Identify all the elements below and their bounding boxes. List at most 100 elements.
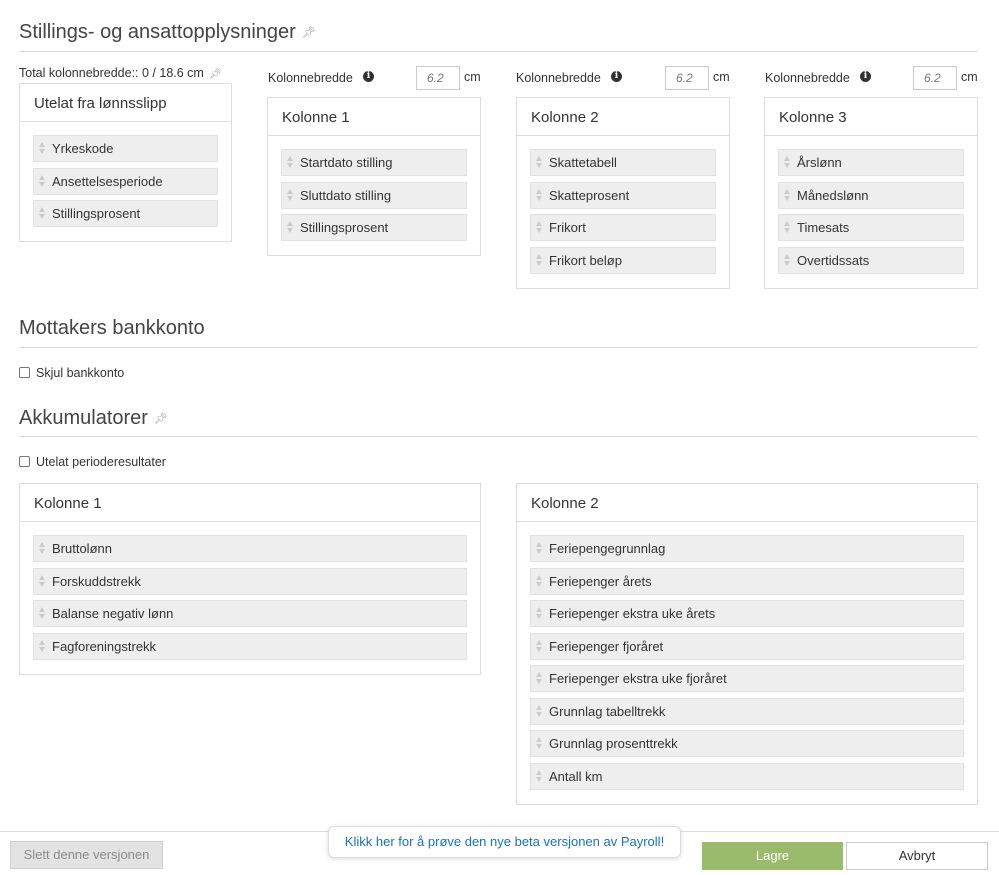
drag-handle-icon[interactable]	[39, 141, 46, 155]
list-item[interactable]: Forskuddstrekk	[33, 567, 467, 595]
footer-bar: Slett denne versjonen Klikk her for å pr…	[0, 826, 999, 875]
beta-version-link[interactable]: Klikk her for å prøve den nye beta versj…	[328, 826, 681, 858]
delete-version-button[interactable]: Slett denne versjonen	[10, 841, 163, 869]
drag-handle-icon[interactable]	[287, 188, 294, 202]
list-item-label: Stillingsprosent	[300, 220, 389, 235]
list-item-label: Månedslønn	[797, 187, 869, 203]
drag-handle-icon[interactable]	[536, 736, 543, 750]
drag-handle-icon[interactable]	[39, 541, 46, 555]
list-item[interactable]: Grunnlag tabelltrekk	[530, 697, 964, 725]
list-item[interactable]: Sluttdato stilling	[281, 181, 467, 209]
drag-handle-icon[interactable]	[784, 220, 791, 234]
list-item[interactable]: Timesats	[778, 214, 964, 241]
drag-handle-icon[interactable]	[39, 174, 46, 188]
drag-handle-icon[interactable]	[39, 574, 46, 588]
list-item-label: Fagforeningstrekk	[52, 638, 157, 654]
list-item-label: Timesats	[797, 220, 850, 235]
section-title-bank-account-text: Mottakers bankkonto	[19, 317, 205, 339]
cancel-button[interactable]: Avbryt	[846, 842, 988, 870]
drag-handle-icon[interactable]	[536, 253, 543, 267]
exclude-period-results-checkbox-row[interactable]: Utelat perioderesultater	[19, 455, 166, 469]
drag-handle-icon[interactable]	[536, 769, 543, 783]
column-width-input-3[interactable]	[913, 66, 957, 90]
list-item[interactable]: Balanse negativ lønn	[33, 600, 467, 627]
list-item[interactable]: Stillingsprosent	[33, 200, 218, 227]
divider	[19, 347, 978, 348]
panel-title: Utelat fra lønnsslipp	[20, 84, 231, 122]
drag-handle-icon[interactable]	[39, 606, 46, 620]
column-width-control-3: Kolonnebredde i cm	[765, 66, 980, 90]
list-item[interactable]: Grunnlag prosenttrekk	[530, 730, 964, 757]
total-column-width-text: Total kolonnebredde:: 0 / 18.6 cm	[19, 66, 204, 80]
drag-handle-icon[interactable]	[536, 671, 543, 685]
list-item-label: Antall km	[549, 768, 603, 784]
info-icon[interactable]: i	[363, 71, 374, 82]
info-icon[interactable]: i	[860, 71, 871, 82]
checkbox-label: Utelat perioderesultater	[36, 455, 166, 469]
list-item-label: Skattetabell	[549, 155, 617, 170]
divider	[19, 51, 978, 52]
exclude-period-results-checkbox[interactable]	[19, 456, 30, 467]
list-item-label: Skatteprosent	[549, 187, 630, 203]
list-item-label: Årslønn	[797, 155, 842, 170]
list-item[interactable]: Frikort	[530, 214, 716, 241]
section-title-employment-text: Stillings- og ansattopplysninger	[19, 21, 296, 43]
list-item-label: Grunnlag prosenttrekk	[549, 736, 678, 751]
pin-icon[interactable]: 📌︎	[302, 27, 316, 39]
column-width-input-1[interactable]	[416, 66, 460, 90]
drag-handle-icon[interactable]	[536, 574, 543, 588]
column-width-control-2: Kolonnebredde i cm	[516, 66, 731, 90]
pin-icon[interactable]: 📌︎	[209, 69, 222, 80]
list-item[interactable]: Stillingsprosent	[281, 214, 467, 241]
list-item-label: Forskuddstrekk	[52, 573, 141, 589]
list-item[interactable]: Overtidssats	[778, 246, 964, 274]
drag-handle-icon[interactable]	[39, 639, 46, 653]
list-item[interactable]: Antall km	[530, 762, 964, 790]
hide-bank-account-checkbox-row[interactable]: Skjul bankkonto	[19, 366, 124, 380]
list-item[interactable]: Feriepenger fjoråret	[530, 632, 964, 660]
drag-handle-icon[interactable]	[287, 220, 294, 234]
drag-handle-icon[interactable]	[536, 155, 543, 169]
info-icon[interactable]: i	[611, 71, 622, 82]
pin-icon[interactable]: 📌︎	[154, 413, 168, 425]
section-title-accumulators-text: Akkumulatorer	[19, 407, 148, 429]
accumulator-column-1-panel: Kolonne 1 Bruttolønn Forskuddstrekk Bala…	[19, 483, 481, 675]
list-item[interactable]: Skattetabell	[530, 149, 716, 176]
list-item[interactable]: Startdato stilling	[281, 149, 467, 176]
list-item[interactable]: Skatteprosent	[530, 181, 716, 209]
list-item-label: Grunnlag tabelltrekk	[549, 703, 666, 719]
list-item[interactable]: Fagforeningstrekk	[33, 632, 467, 660]
excluded-from-payslip-panel: Utelat fra lønnsslipp Yrkeskode Ansettel…	[19, 83, 232, 242]
list-item[interactable]: Feriepenger årets	[530, 567, 964, 595]
drag-handle-icon[interactable]	[784, 155, 791, 169]
drag-handle-icon[interactable]	[536, 188, 543, 202]
divider	[19, 436, 978, 437]
drag-handle-icon[interactable]	[784, 253, 791, 267]
list-item-label: Feriepenger ekstra uke årets	[549, 606, 716, 621]
drag-handle-icon[interactable]	[536, 541, 543, 555]
list-item[interactable]: Feriepengegrunnlag	[530, 535, 964, 562]
column-width-control-1: Kolonnebredde i cm	[268, 66, 483, 90]
hide-bank-account-checkbox[interactable]	[19, 367, 30, 378]
drag-handle-icon[interactable]	[536, 220, 543, 234]
list-item[interactable]: Ansettelsesperiode	[33, 167, 218, 195]
drag-handle-icon[interactable]	[536, 606, 543, 620]
list-item[interactable]: Månedslønn	[778, 181, 964, 209]
drag-handle-icon[interactable]	[784, 188, 791, 202]
list-item[interactable]: Årslønn	[778, 149, 964, 176]
list-item-label: Frikort	[549, 220, 586, 235]
unit-label: cm	[961, 70, 978, 84]
drag-handle-icon[interactable]	[536, 704, 543, 718]
drag-handle-icon[interactable]	[39, 206, 46, 220]
list-item-label: Feriepengegrunnlag	[549, 541, 666, 556]
list-item[interactable]: Yrkeskode	[33, 135, 218, 162]
drag-handle-icon[interactable]	[287, 155, 294, 169]
section-title-employment: Stillings- og ansattopplysninger 📌︎	[19, 21, 316, 44]
save-button[interactable]: Lagre	[702, 842, 843, 870]
list-item[interactable]: Bruttolønn	[33, 535, 467, 562]
drag-handle-icon[interactable]	[536, 639, 543, 653]
list-item[interactable]: Frikort beløp	[530, 246, 716, 274]
list-item[interactable]: Feriepenger ekstra uke fjoråret	[530, 665, 964, 692]
list-item[interactable]: Feriepenger ekstra uke årets	[530, 600, 964, 627]
column-width-input-2[interactable]	[665, 66, 709, 90]
